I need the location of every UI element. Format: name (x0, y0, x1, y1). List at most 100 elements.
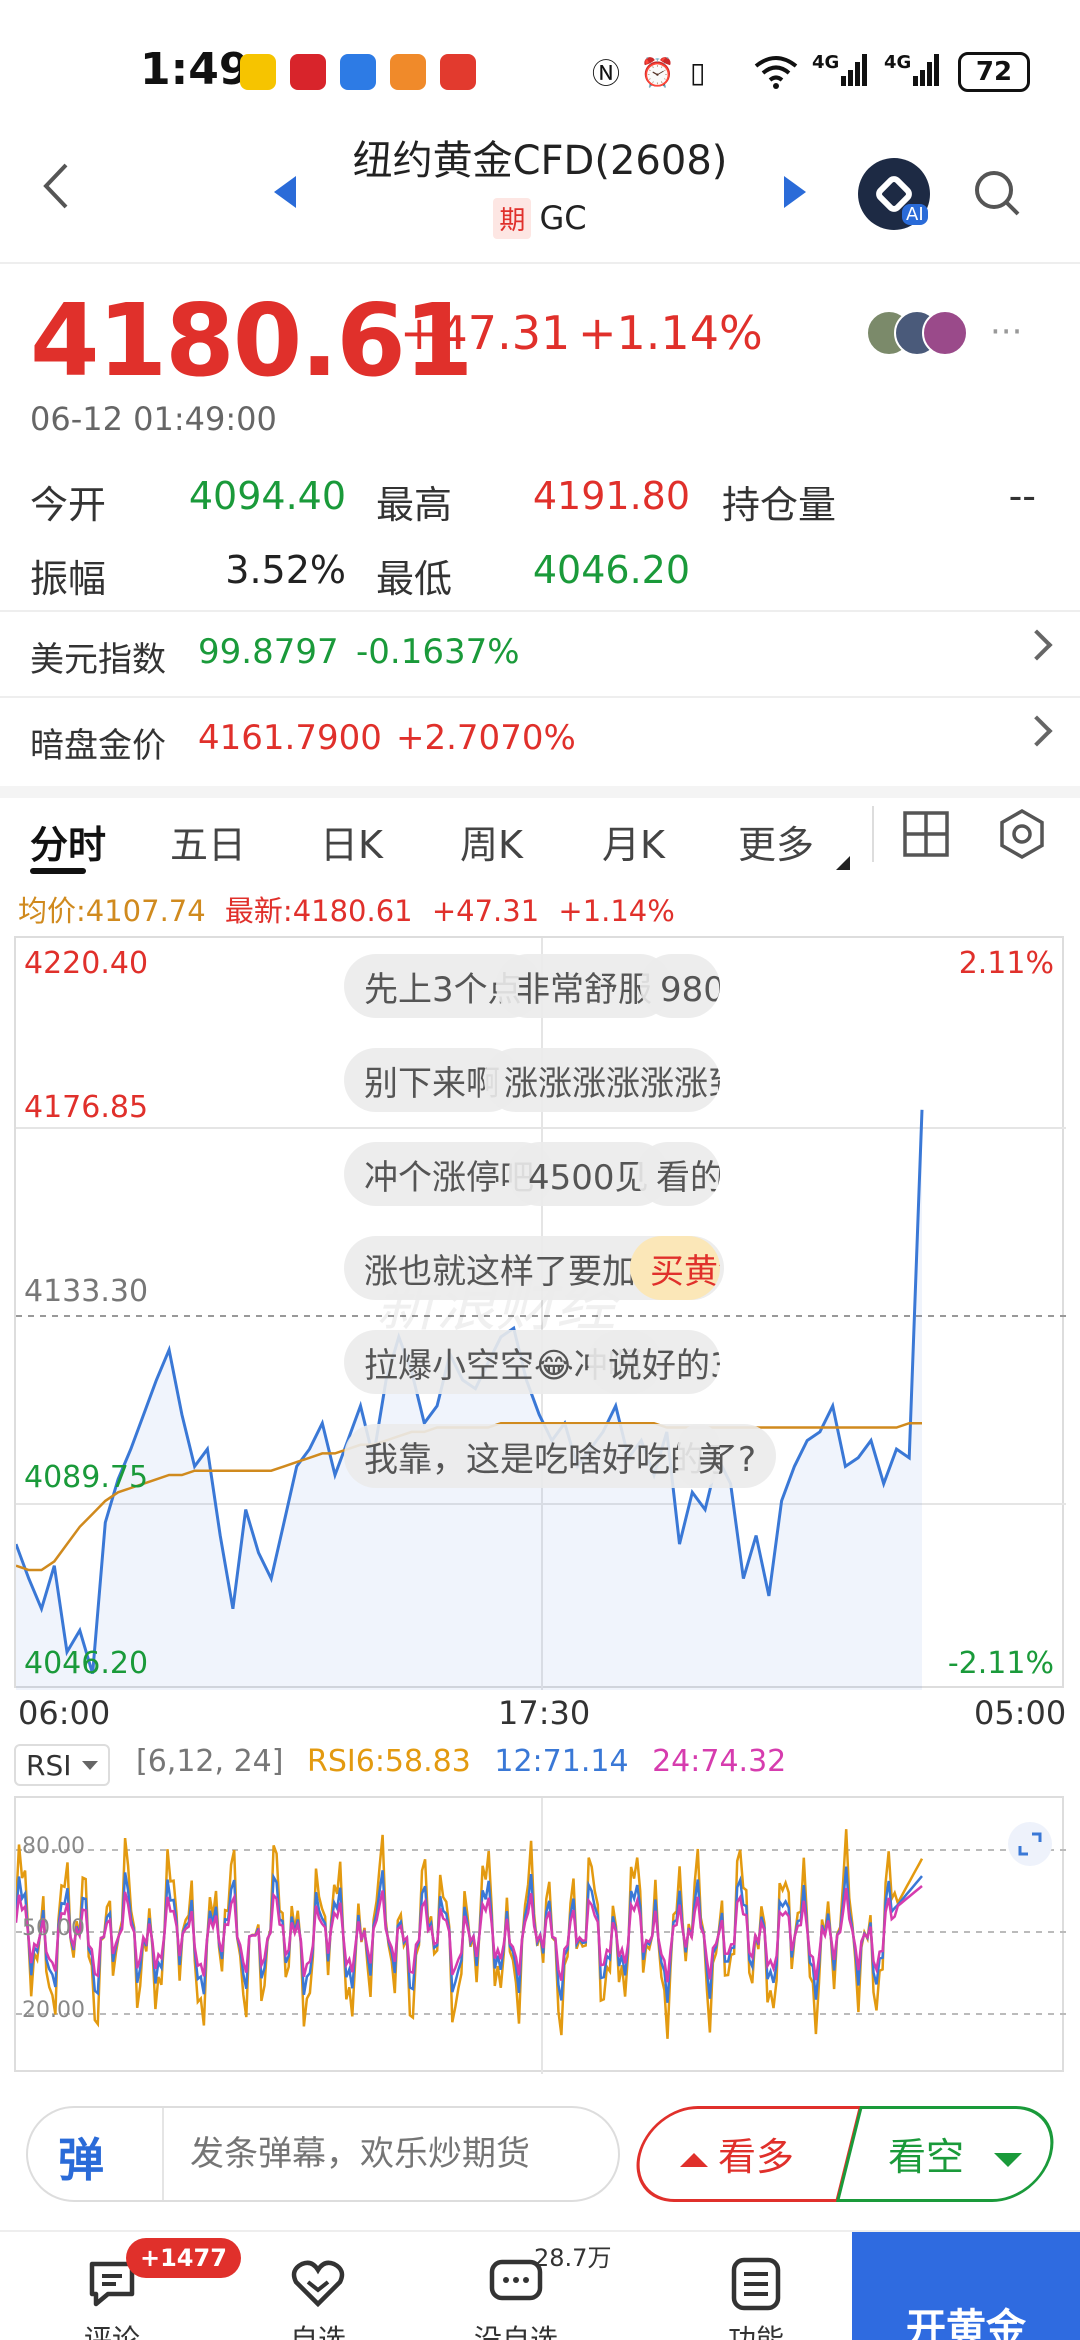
meituan-app-icon (240, 54, 276, 90)
tab-five-day[interactable]: 五日 (170, 814, 246, 869)
nav-label: 评论 (83, 2323, 140, 2340)
ai-label: AI (902, 204, 928, 225)
chart-settings-button[interactable] (996, 808, 1048, 864)
contract-subtitle: 期 GC (300, 198, 780, 239)
chat-count: 28.7万 (534, 2244, 612, 2272)
signal-1-icon: 4G (812, 52, 869, 92)
tab-monthly-k[interactable]: 月K (602, 814, 665, 869)
pct-tick-label: -2.11% (947, 1646, 1054, 1681)
active-tab-indicator (30, 868, 86, 874)
contract-code: GC (539, 199, 587, 237)
danmu-toggle-icon[interactable]: 弹 (58, 2124, 128, 2187)
tab-daily-k[interactable]: 日K (320, 814, 383, 869)
function-nav-item[interactable] (726, 2254, 786, 2314)
vlog-app-icon (340, 54, 376, 90)
rsi-series (16, 1829, 924, 2039)
related-change: -0.1637% (356, 632, 520, 672)
latest-price-label: 最新:4180.61 (224, 894, 413, 928)
bearish-button-label: 看空 (888, 2126, 1023, 2181)
alarm-icon: ⏰ (640, 55, 675, 89)
open-account-label: 开黄金 (906, 2306, 1026, 2340)
chevron-left-icon (43, 163, 68, 209)
danmu-bubble-highlight[interactable]: 买黄金 (630, 1236, 720, 1300)
x-tick-label: 17:30 (498, 1694, 591, 1732)
tab-weekly-k[interactable]: 周K (460, 814, 523, 869)
stat-label-open: 今开 (30, 483, 107, 527)
battery-indicator: 72 (958, 52, 1030, 92)
next-contract-button[interactable] (784, 176, 806, 208)
back-button[interactable] (40, 160, 70, 225)
indicator-name: RSI (26, 1748, 72, 1782)
nav-label: 没自选 (473, 2323, 558, 2340)
intraday-chart[interactable]: 4220.40 4176.85 4133.30 4089.75 4046.20 … (14, 936, 1066, 1690)
layout-grid-button[interactable] (902, 810, 950, 862)
nav-label: 功能 (727, 2323, 784, 2340)
bullish-label: 看多 (718, 2135, 795, 2179)
page-title: 纽约黄金CFD(2608) (352, 138, 728, 184)
bearish-label: 看空 (888, 2135, 965, 2179)
related-label: 暗盘金价 (30, 726, 166, 766)
video-app-icon (440, 54, 476, 90)
expand-chart-button[interactable] (1008, 1822, 1052, 1866)
stat-value-amplitude: 3.52% (225, 548, 346, 592)
danmu-bubble[interactable]: 涨涨涨涨涨涨到985 (484, 1048, 720, 1112)
rsi-legend: [6,12, 24] RSI6:58.83 12:71.14 24:74.32 (136, 1744, 786, 1779)
nfc-icon: Ⓝ (592, 57, 621, 90)
more-dropdown-icon (836, 856, 850, 870)
rsi-chart-svg (16, 1798, 1066, 2074)
open-account-button[interactable]: 开黄金 (852, 2232, 1080, 2340)
x-tick-label: 05:00 (974, 1694, 1067, 1732)
huawei-app-icon (290, 54, 326, 90)
grid-icon (903, 811, 949, 857)
network-type-label: 4G (884, 52, 912, 73)
danmu-bubble[interactable]: 说好的350 (588, 1330, 720, 1394)
vibrate-icon: ▯ (690, 55, 706, 89)
quote-datetime: 06-12 01:49:00 (30, 400, 277, 438)
rsi-level-label: 20.00 (22, 1998, 85, 2023)
search-button[interactable] (972, 168, 1022, 218)
prev-contract-button[interactable] (274, 176, 296, 208)
x-tick-label: 06:00 (18, 1694, 111, 1732)
related-row-usd-index[interactable]: 美元指数 99.8797 -0.1637% (0, 610, 1080, 696)
signal-2-icon: 4G (884, 52, 941, 92)
avatar (922, 310, 968, 356)
comment-count-badge: +1477 (126, 2238, 241, 2278)
stat-value-open-interest: -- (1008, 474, 1036, 518)
latest-change-label: +47.31 (431, 894, 540, 928)
avg-price-label: 均价:4107.74 (18, 894, 206, 928)
danmu-bubble[interactable]: 美 (678, 1424, 720, 1488)
y-tick-label: 4220.40 (24, 946, 149, 981)
y-tick-label: 4176.85 (24, 1090, 149, 1125)
stat-label-low: 最低 (376, 557, 453, 601)
chevron-right-icon (1021, 715, 1053, 747)
rsi-level-label: 80.00 (22, 1834, 85, 1859)
indicator-selector[interactable]: RSI (14, 1744, 110, 1786)
rsi-level-label: 50.00 (22, 1916, 85, 1941)
stat-label-amplitude: 振幅 (30, 557, 107, 601)
more-options-icon[interactable]: ··· (990, 312, 1022, 352)
watchlist-nav-item[interactable] (288, 2254, 348, 2314)
game-app-icon (390, 54, 426, 90)
y-tick-label: 4089.75 (24, 1460, 149, 1495)
danmu-bubble[interactable]: 980我 (640, 954, 720, 1018)
rsi-chart[interactable]: 80.00 50.00 20.00 (14, 1796, 1066, 2074)
viewer-avatars[interactable] (866, 310, 976, 356)
related-row-dark-gold[interactable]: 暗盘金价 4161.7900 +2.7070% (0, 696, 1080, 782)
status-bar: 1:49 Ⓝ ⏰ ▯ 4G 4G 72 (0, 0, 1080, 130)
stat-label-high: 最高 (376, 483, 453, 527)
futures-badge: 期 (493, 198, 532, 239)
tab-more[interactable]: 更多 (738, 814, 814, 869)
danmu-input[interactable] (162, 2108, 602, 2200)
pct-tick-label: 2.11% (958, 946, 1054, 981)
stat-value-high: 4191.80 (532, 474, 690, 518)
dropdown-arrow-icon (81, 1760, 98, 1770)
price-change-percent: +1.14% (578, 306, 763, 360)
rsi24-value: 24:74.32 (652, 1744, 787, 1779)
danmu-bubble[interactable]: 看的人 (636, 1142, 720, 1206)
chart-legend: 均价:4107.74 最新:4180.61 +47.31 +1.14% (18, 888, 675, 930)
rsi6-value: RSI6:58.83 (307, 1744, 471, 1779)
triangle-down-icon (994, 2152, 1023, 2167)
related-change: +2.7070% (396, 718, 576, 758)
rsi12-value: 12:71.14 (494, 1744, 629, 1779)
tab-intraday[interactable]: 分时 (30, 814, 106, 869)
